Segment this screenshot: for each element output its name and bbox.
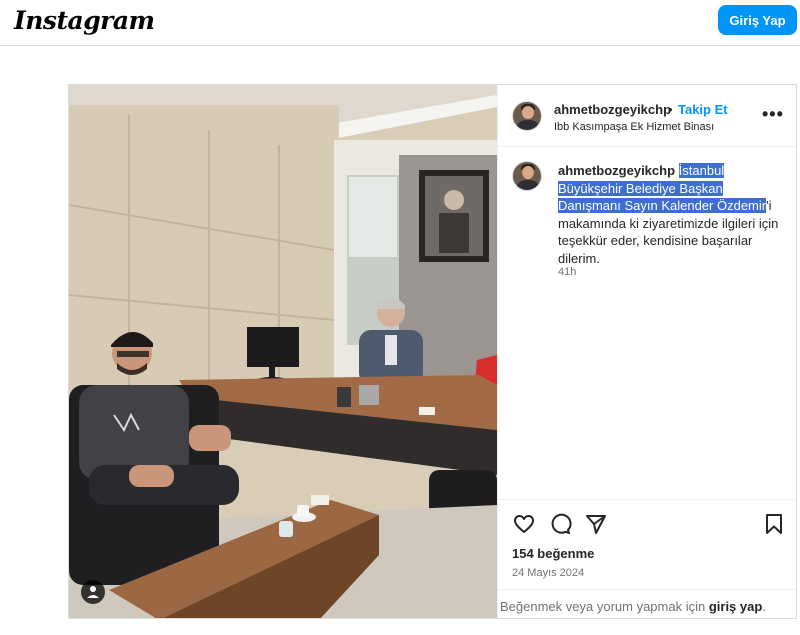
more-options-icon[interactable]: ••• <box>762 104 784 125</box>
heart-icon[interactable] <box>512 512 536 536</box>
author-avatar[interactable] <box>512 101 542 131</box>
caption-username[interactable]: ahmetbozgeyikchp <box>558 163 675 178</box>
login-prompt: Beğenmek veya yorum yapmak için giriş ya… <box>498 589 796 618</box>
bookmark-icon[interactable] <box>762 512 786 536</box>
post-header: ahmetbozgeyikchp • Takip Et Ibb Kasımpaş… <box>498 85 796 147</box>
post-side-panel: ahmetbozgeyikchp • Takip Et Ibb Kasımpaş… <box>497 85 796 618</box>
author-username[interactable]: ahmetbozgeyikchp <box>554 102 671 117</box>
post-photo[interactable] <box>69 85 497 618</box>
separator-dot: • <box>668 102 673 117</box>
post-card: ahmetbozgeyikchp • Takip Et Ibb Kasımpaş… <box>68 84 797 619</box>
post-photo-illustration <box>69 85 497 618</box>
login-link[interactable]: giriş yap <box>709 599 762 614</box>
caption-time[interactable]: 41h <box>558 266 576 278</box>
user-tag-icon[interactable] <box>81 580 105 604</box>
post-location[interactable]: Ibb Kasımpaşa Ek Hizmet Binası <box>554 121 714 133</box>
post-caption: ahmetbozgeyikchp İstanbul Büyükşehir Bel… <box>558 162 783 267</box>
instagram-logo[interactable]: Instagram <box>14 6 155 35</box>
caption-avatar[interactable] <box>512 161 542 191</box>
share-icon[interactable] <box>584 512 608 536</box>
follow-button[interactable]: Takip Et <box>678 102 728 117</box>
login-button[interactable]: Giriş Yap <box>718 5 797 35</box>
comment-icon[interactable] <box>548 512 572 536</box>
login-prompt-suffix: . <box>762 599 766 614</box>
top-bar: Instagram Giriş Yap <box>0 0 800 46</box>
post-date[interactable]: 24 Mayıs 2024 <box>512 567 584 579</box>
like-count[interactable]: 154 beğenme <box>512 546 594 561</box>
login-prompt-text: Beğenmek veya yorum yapmak için <box>500 599 706 614</box>
